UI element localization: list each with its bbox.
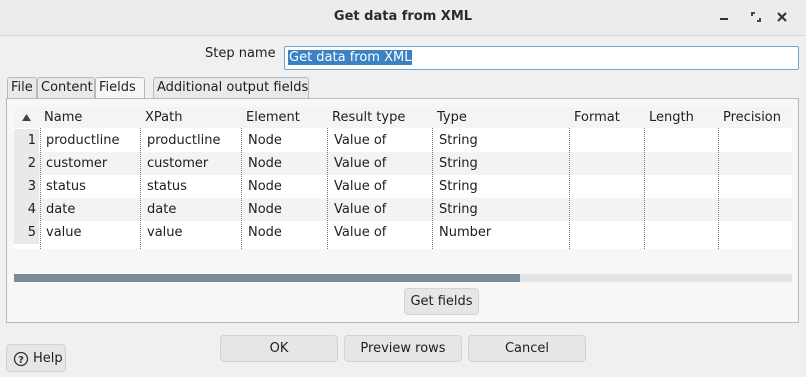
cell-element[interactable]: Node (248, 133, 282, 148)
column-header-type[interactable]: Type (437, 110, 467, 125)
tab-file[interactable]: File (7, 77, 37, 98)
window-title: Get data from XML (333, 9, 473, 24)
column-divider (644, 128, 645, 249)
table-row[interactable]: 3 status status Node Value of String (14, 175, 792, 198)
row-number: 2 (14, 152, 39, 175)
cell-name[interactable]: date (46, 202, 75, 217)
column-header-format[interactable]: Format (574, 110, 620, 125)
column-header-element[interactable]: Element (246, 110, 300, 125)
fields-table: Name XPath Element Result type Type Form… (14, 107, 792, 249)
close-icon[interactable] (771, 6, 793, 28)
table-header: Name XPath Element Result type Type Form… (14, 107, 792, 128)
cell-xpath[interactable]: status (147, 179, 187, 194)
cell-type[interactable]: String (439, 156, 478, 171)
table-row[interactable]: 2 customer customer Node Value of String (14, 152, 792, 175)
row-number: 1 (14, 129, 39, 152)
cell-result-type[interactable]: Value of (334, 133, 386, 148)
horizontal-scrollbar[interactable] (14, 274, 792, 282)
cell-xpath[interactable]: productline (147, 133, 220, 148)
minimize-icon[interactable] (713, 6, 735, 28)
cancel-button[interactable]: Cancel (468, 335, 586, 362)
column-divider (718, 128, 719, 249)
sort-arrow-icon[interactable] (22, 114, 31, 121)
column-header-length[interactable]: Length (649, 110, 694, 125)
table-row[interactable]: 1 productline productline Node Value of … (14, 129, 792, 152)
step-name-label: Step name (205, 46, 276, 61)
cell-element[interactable]: Node (248, 156, 282, 171)
table-row[interactable]: 4 date date Node Value of String (14, 198, 792, 221)
cell-type[interactable]: String (439, 202, 478, 217)
cell-name[interactable]: status (46, 179, 86, 194)
cell-result-type[interactable]: Value of (334, 202, 386, 217)
column-header-name[interactable]: Name (44, 110, 82, 125)
tab-additional-output-fields[interactable]: Additional output fields (153, 77, 309, 98)
table-row[interactable]: 5 value value Node Value of Number (14, 221, 792, 244)
cell-xpath[interactable]: value (147, 225, 183, 240)
cell-xpath[interactable]: date (147, 202, 176, 217)
cell-type[interactable]: String (439, 133, 478, 148)
maximize-icon[interactable] (745, 6, 767, 28)
column-header-xpath[interactable]: XPath (145, 110, 182, 125)
help-label: Help (33, 351, 63, 366)
cell-xpath[interactable]: customer (147, 156, 208, 171)
get-fields-button[interactable]: Get fields (404, 288, 479, 315)
step-name-value: Get data from XML (288, 50, 413, 65)
tab-fields[interactable]: Fields (95, 77, 145, 99)
cell-element[interactable]: Node (248, 225, 282, 240)
help-icon: ? (13, 351, 29, 367)
cell-type[interactable]: Number (439, 225, 491, 240)
help-button[interactable]: ? Help (6, 344, 66, 372)
title-bar: Get data from XML (0, 0, 806, 36)
cell-name[interactable]: customer (46, 156, 107, 171)
ok-button[interactable]: OK (220, 335, 338, 362)
column-divider (241, 128, 242, 249)
column-divider (140, 128, 141, 249)
cell-result-type[interactable]: Value of (334, 225, 386, 240)
scrollbar-thumb[interactable] (14, 274, 520, 282)
tab-content[interactable]: Content (37, 77, 95, 98)
row-number: 3 (14, 175, 39, 198)
svg-text:?: ? (18, 355, 24, 366)
fields-panel: Name XPath Element Result type Type Form… (6, 98, 799, 323)
column-header-result-type[interactable]: Result type (332, 110, 405, 125)
cell-element[interactable]: Node (248, 202, 282, 217)
cell-type[interactable]: String (439, 179, 478, 194)
preview-rows-button[interactable]: Preview rows (344, 335, 462, 362)
row-number: 5 (14, 221, 39, 244)
row-number: 4 (14, 198, 39, 221)
column-divider (569, 128, 570, 249)
column-divider (432, 128, 433, 249)
step-name-input[interactable]: Get data from XML (284, 46, 799, 70)
column-divider (40, 128, 41, 249)
cell-element[interactable]: Node (248, 179, 282, 194)
cell-result-type[interactable]: Value of (334, 156, 386, 171)
cell-name[interactable]: productline (46, 133, 119, 148)
column-divider (327, 128, 328, 249)
column-header-precision[interactable]: Precision (723, 110, 781, 125)
cell-name[interactable]: value (46, 225, 82, 240)
cell-result-type[interactable]: Value of (334, 179, 386, 194)
